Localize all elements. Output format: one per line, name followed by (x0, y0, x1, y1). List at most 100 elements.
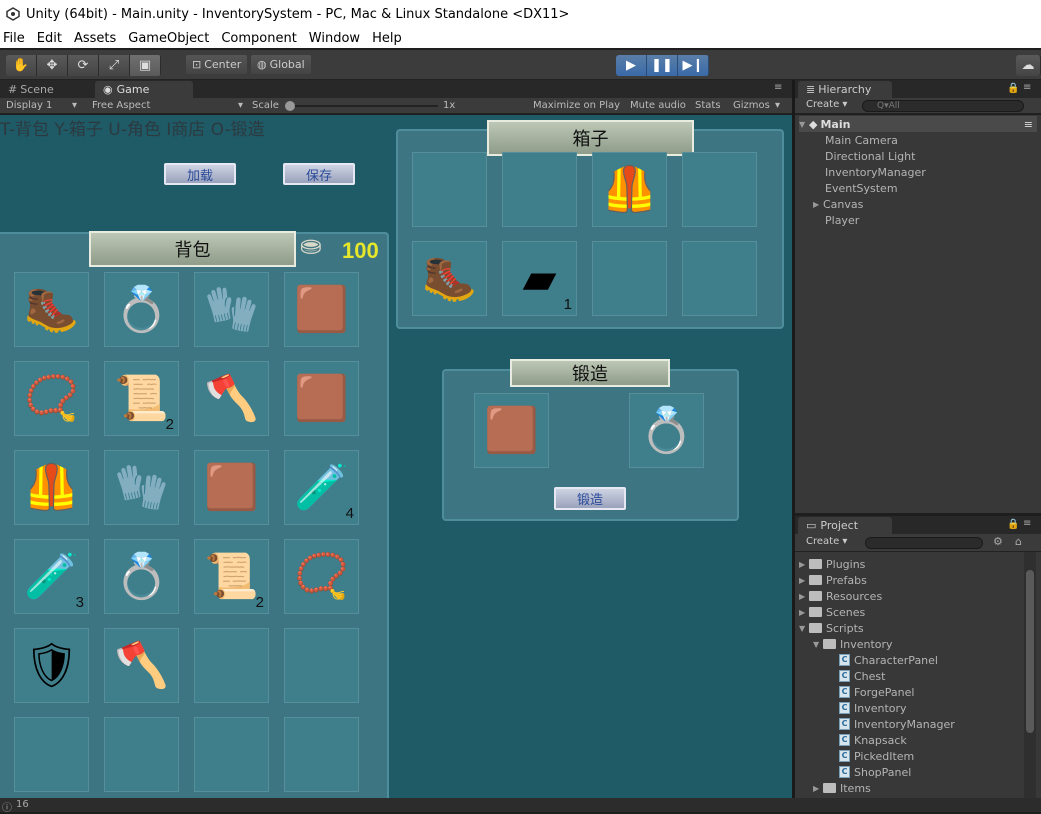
knapsack-slot[interactable]: 📜 2 (194, 539, 269, 614)
ring-icon[interactable]: 💍 (109, 277, 174, 342)
script-row[interactable]: C ForgePanel (839, 684, 914, 700)
knapsack-slot[interactable]: 🧤 (104, 450, 179, 525)
knapsack-slot[interactable] (284, 628, 359, 703)
chest-slot[interactable]: 🥾 (412, 241, 487, 316)
knapsack-slot[interactable]: 🟫 (284, 272, 359, 347)
menu-component[interactable]: Component (215, 31, 302, 46)
tab-scene[interactable]: # Scene (0, 81, 62, 98)
knapsack-slot[interactable] (284, 717, 359, 792)
hierarchy-item[interactable]: Directional Light (825, 148, 915, 164)
knapsack-slot[interactable] (194, 717, 269, 792)
red-potion-icon[interactable]: 🧪 (289, 455, 354, 520)
project-scrollbar[interactable] (1024, 552, 1036, 798)
knapsack-slot[interactable]: 📿 (284, 539, 359, 614)
pivot-global-button[interactable]: ◍ Global (251, 55, 311, 74)
script-row[interactable]: C ShopPanel (839, 764, 911, 780)
scene-menu-icon[interactable]: ≡ (1024, 118, 1033, 131)
chest-slot[interactable] (412, 152, 487, 227)
knapsack-slot[interactable]: 🛡 (14, 628, 89, 703)
folder-row[interactable]: ▶ Scenes (799, 604, 865, 620)
knapsack-title[interactable]: 背包 (89, 231, 296, 267)
project-scroll-thumb[interactable] (1026, 570, 1034, 733)
forge-title[interactable]: 锻造 (510, 359, 670, 387)
hierarchy-item[interactable]: EventSystem (825, 180, 898, 196)
menu-assets[interactable]: Assets (68, 31, 122, 46)
chest-slot[interactable] (682, 241, 757, 316)
knapsack-slot[interactable] (104, 717, 179, 792)
glove-icon[interactable]: 🧤 (199, 277, 264, 342)
move-tool-icon[interactable]: ✥ (37, 55, 68, 76)
pivot-center-button[interactable]: ⊡ Center (186, 55, 248, 74)
folder-row[interactable]: ▶ Resources (799, 588, 882, 604)
scene-row-main[interactable]: ▼ ◆ Main ≡ (799, 116, 1037, 132)
step-icon[interactable]: ▶❙ (678, 55, 709, 76)
hand-tool-icon[interactable]: ✋ (6, 55, 37, 76)
script-row[interactable]: C CharacterPanel (839, 652, 938, 668)
lock-icon[interactable]: 🔒 (1007, 519, 1019, 530)
expand-arrow-icon[interactable]: ▶ (799, 592, 809, 601)
tab-menu-icon[interactable]: ≡ (774, 82, 782, 93)
axe-icon[interactable]: 🪓 (199, 366, 264, 431)
menu-gameobject[interactable]: GameObject (122, 31, 215, 46)
hierarchy-search-input[interactable]: Q▾All (862, 100, 1024, 112)
knapsack-slot[interactable]: 🧤 (194, 272, 269, 347)
chest-slot[interactable] (682, 152, 757, 227)
blue-potion-icon[interactable]: 🧪 (19, 544, 84, 609)
hierarchy-create-button[interactable]: Create ▾ (806, 99, 847, 110)
mute-audio-toggle[interactable]: Mute audio (630, 100, 686, 111)
collapse-arrow-icon[interactable]: ▼ (799, 624, 809, 633)
necklace-icon[interactable]: 📿 (289, 544, 354, 609)
hierarchy-item-canvas[interactable]: ▶ Canvas (813, 196, 863, 212)
ring-icon[interactable]: 💍 (634, 398, 699, 463)
script-row[interactable]: C Chest (839, 668, 885, 684)
knapsack-slot[interactable] (194, 628, 269, 703)
script-row[interactable]: C PickedItem (839, 748, 914, 764)
menu-file[interactable]: File (0, 31, 31, 46)
knapsack-slot[interactable]: 🦺 (14, 450, 89, 525)
knapsack-slot[interactable]: 🟫 (284, 361, 359, 436)
belt-icon[interactable]: 🟫 (289, 277, 354, 342)
chest-slot[interactable]: ▰ 1 (502, 241, 577, 316)
script-row[interactable]: C InventoryManager (839, 716, 955, 732)
knapsack-slot[interactable]: 🪓 (104, 628, 179, 703)
folder-row[interactable]: ▼ Scripts (799, 620, 864, 636)
expand-arrow-icon[interactable]: ▶ (799, 608, 809, 617)
menu-help[interactable]: Help (366, 31, 408, 46)
necklace-icon[interactable]: 📿 (19, 366, 84, 431)
knapsack-slot[interactable]: 💍 (104, 539, 179, 614)
forge-slot[interactable]: 🟫 (474, 393, 549, 468)
scroll-icon[interactable]: 📜 (199, 544, 264, 609)
cloud-icon[interactable]: ☁ (1016, 55, 1041, 76)
project-create-button[interactable]: Create ▾ (806, 536, 847, 547)
pause-icon[interactable]: ❚❚ (647, 55, 678, 76)
load-button[interactable]: 加载 (164, 163, 236, 185)
knapsack-slot[interactable]: 🥾 (14, 272, 89, 347)
gizmos-dropdown[interactable]: Gizmos (733, 100, 770, 111)
iron-ingot-icon[interactable]: ▰ (507, 246, 572, 311)
menu-edit[interactable]: Edit (31, 31, 68, 46)
chest-slot[interactable]: 🦺 (592, 152, 667, 227)
hierarchy-item[interactable]: Player (825, 212, 859, 228)
project-search-input[interactable] (865, 537, 983, 549)
shoulder-icon[interactable]: 🛡 (19, 633, 84, 698)
knapsack-slot[interactable]: 🧪 3 (14, 539, 89, 614)
aspect-dropdown[interactable]: Free Aspect (92, 100, 150, 111)
expand-arrow-icon[interactable]: ▶ (813, 784, 823, 793)
scroll-icon[interactable]: 📜 (109, 366, 174, 431)
project-menu-icon[interactable]: ≡ (1023, 518, 1031, 529)
belt-icon[interactable]: 🟫 (289, 366, 354, 431)
knapsack-slot[interactable]: 📜 2 (104, 361, 179, 436)
hierarchy-menu-icon[interactable]: ≡ (1023, 82, 1031, 93)
script-row[interactable]: C Inventory (839, 700, 907, 716)
forge-slot[interactable]: 💍 (629, 393, 704, 468)
knapsack-slot[interactable]: 🟫 (194, 450, 269, 525)
filter-label-icon[interactable]: ⌂ (1015, 535, 1022, 548)
forge-button[interactable]: 锻造 (554, 487, 626, 510)
tab-hierarchy[interactable]: ≣ Hierarchy (798, 81, 892, 98)
boots-icon[interactable]: 🥾 (417, 246, 482, 311)
collapse-arrow-icon[interactable]: ▼ (813, 640, 823, 649)
scale-tool-icon[interactable]: ⤢ (99, 55, 130, 76)
knapsack-slot[interactable]: 💍 (104, 272, 179, 347)
rect-tool-icon[interactable]: ▣ (130, 55, 161, 76)
folder-row[interactable]: ▶ Plugins (799, 556, 865, 572)
